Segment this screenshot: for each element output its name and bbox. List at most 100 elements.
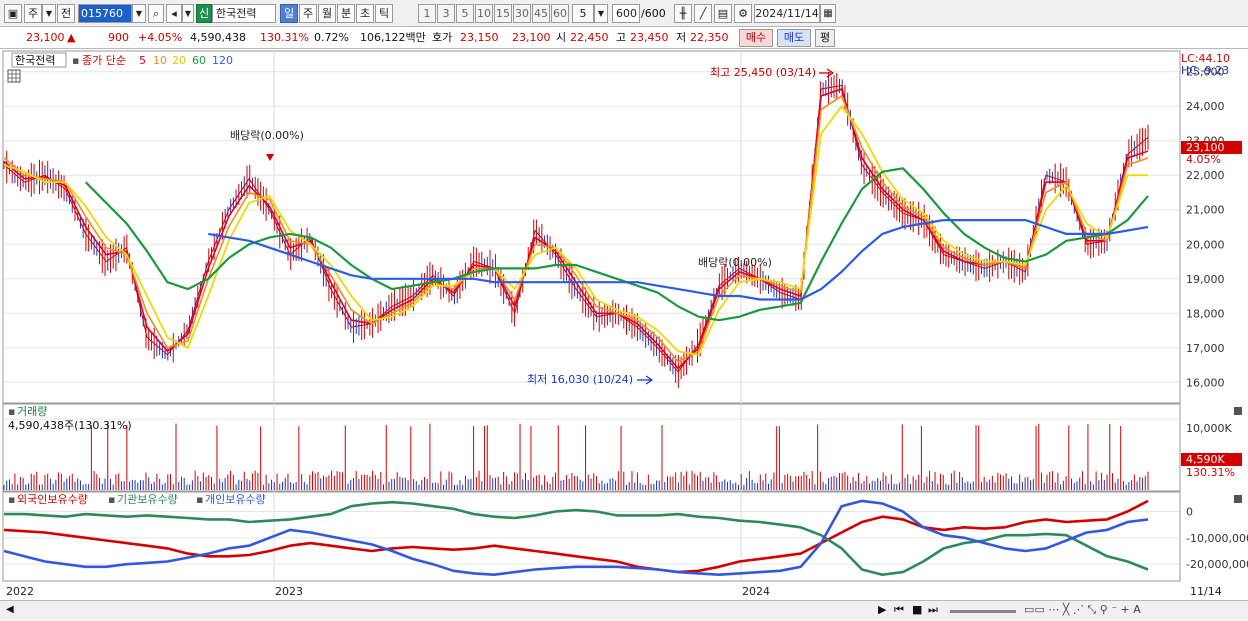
calendar-icon[interactable]: ▦ [820, 4, 836, 23]
legend-institution: 기관보유수량 [117, 493, 178, 506]
square-icon-vol: ▪ [8, 405, 15, 418]
fast-forward-icon[interactable]: ⏭ [928, 603, 938, 617]
square-icon-indiv: ▪ [196, 493, 203, 506]
interval-5[interactable]: 5 [456, 4, 474, 23]
holder-y-tick: 0 [1186, 505, 1193, 518]
tab-day[interactable]: 일 [280, 4, 298, 23]
tab-tick[interactable]: 틱 [375, 4, 393, 23]
price-y-tick: 21,000 [1186, 204, 1225, 217]
interval-3[interactable]: 3 [437, 4, 455, 23]
volume-panel-close-icon[interactable] [1234, 407, 1242, 415]
quote-bar: 23,100 ▲ 900 +4.05% 4,590,438 130.31% 0.… [0, 27, 1248, 49]
x-label-2023: 2023 [275, 585, 303, 598]
current-pct-tag: 4.05% [1186, 153, 1221, 166]
hc-value: HC:-9.23 [1181, 64, 1229, 77]
tab-month[interactable]: 월 [318, 4, 336, 23]
tab-minute[interactable]: 분 [337, 4, 355, 23]
volume-current-tag-text: 4,590K [1186, 453, 1225, 466]
legend-foreign: 외국인보유수량 [17, 493, 88, 506]
interval-10[interactable]: 10 [475, 4, 493, 23]
grid-toggle-icon[interactable] [7, 69, 21, 83]
high-label: 고 [616, 31, 627, 44]
x-label-last-date: 11/14 [1190, 585, 1222, 598]
interval-30[interactable]: 30 [513, 4, 531, 23]
x-label-2022: 2022 [6, 585, 34, 598]
sell-button[interactable]: 매도 [777, 29, 811, 47]
chevron-down-icon[interactable]: ▼ [42, 4, 56, 23]
bars-input[interactable]: 600 [612, 4, 640, 23]
legend-individual: 개인보유수량 [205, 493, 266, 506]
volume-title: 거래량 [17, 405, 47, 418]
open-price: 22,450 [570, 31, 609, 44]
dividend-annotation-2023: 배당락(0.00%) [698, 256, 772, 269]
interval-60[interactable]: 60 [551, 4, 569, 23]
ma-10: 10 [153, 54, 167, 67]
hoga-label: 호가 [432, 31, 453, 44]
change-percent: +4.05% [138, 31, 183, 44]
speaker-dropdown-icon[interactable]: ▼ [182, 4, 194, 23]
price-y-tick: 17,000 [1186, 342, 1225, 355]
ask-price: 23,150 [460, 31, 499, 44]
rewind-icon[interactable]: ⏮ [894, 603, 904, 617]
ma-120: 120 [212, 54, 233, 67]
tab-second[interactable]: 초 [356, 4, 374, 23]
ma-20: 20 [172, 54, 186, 67]
save-icon[interactable]: ▤ [714, 4, 732, 23]
price-y-tick: 22,000 [1186, 169, 1225, 182]
speaker-icon[interactable]: ◂ [166, 4, 182, 23]
count-input[interactable]: 5 [572, 4, 594, 23]
count-dropdown-icon[interactable]: ▼ [594, 4, 608, 23]
holder-y-tick: -20,000,000 [1186, 558, 1248, 571]
candle-settings-icon[interactable]: ╫ [674, 4, 692, 23]
high-annotation: 최고 25,450 (03/14) [710, 66, 816, 79]
drawing-tools-icon[interactable]: ▭▭ ⋯ ╳ ⋰ ⤡ ⚲ ⁻ + A [1024, 603, 1141, 617]
stock-code-input[interactable]: 015760 [78, 4, 132, 23]
price-panel-title: 한국전력 [15, 54, 55, 67]
volume-value: 4,590,438 [190, 31, 246, 44]
search-icon[interactable]: ⌕ [148, 4, 164, 23]
trade-amount: 106,122백만 [360, 31, 426, 44]
toolbar: ▣ 주 ▼ 전 015760 ▼ ⌕ ◂ ▼ 신 한국전력 일 주 월 분 초 … [0, 0, 1248, 27]
price-y-tick: 18,000 [1186, 307, 1225, 320]
ma-label: 종가 단순 [82, 54, 126, 67]
low-label: 저 [676, 31, 687, 44]
high-price: 23,450 [630, 31, 669, 44]
buy-button[interactable]: 매수 [739, 29, 773, 47]
current-price: 23,100 [26, 31, 65, 44]
eval-button[interactable]: 평 [815, 29, 835, 47]
interval-15[interactable]: 15 [494, 4, 512, 23]
date-input[interactable]: 2024/11/14 [754, 4, 820, 23]
zoom-slider[interactable] [950, 610, 1016, 613]
square-icon-inst: ▪ [108, 493, 115, 506]
interval-1[interactable]: 1 [418, 4, 436, 23]
interval-45[interactable]: 45 [532, 4, 550, 23]
scroll-right-icon[interactable]: ▶ [878, 603, 886, 616]
open-label: 시 [556, 31, 567, 44]
square-icon-holder: ▪ [8, 493, 15, 506]
dividend-annotation-2022: 배당락(0.00%) [230, 129, 304, 142]
low-price: 22,350 [690, 31, 729, 44]
tab-week[interactable]: 주 [299, 4, 317, 23]
scroll-left-icon[interactable]: ◀ [6, 604, 14, 615]
price-y-tick: 16,000 [1186, 376, 1225, 389]
price-y-tick: 19,000 [1186, 273, 1225, 286]
layout-icon[interactable]: ▣ [4, 4, 22, 23]
chart-type-button[interactable]: 주 [24, 4, 42, 23]
holder-panel-close-icon[interactable] [1234, 495, 1242, 503]
stop-icon[interactable]: ■ [912, 603, 922, 616]
prev-button[interactable]: 전 [57, 4, 75, 23]
square-icon: ▪ [72, 54, 79, 67]
ma-60: 60 [192, 54, 206, 67]
bars-total: /600 [641, 7, 666, 20]
code-dropdown-icon[interactable]: ▼ [132, 4, 146, 23]
up-arrow-icon: ▲ [67, 31, 76, 44]
price-change: 900 [108, 31, 129, 44]
stock-name: 한국전력 [212, 4, 276, 23]
volume-ratio: 130.31% [260, 31, 309, 44]
holder-y-tick: -10,000,000 [1186, 532, 1248, 545]
gear-icon[interactable]: ⚙ [734, 4, 752, 23]
ma-5: 5 [139, 54, 146, 67]
credit-badge: 신 [196, 4, 212, 23]
draw-tool-icon[interactable]: ╱ [694, 4, 712, 23]
stock-chart[interactable]: 25,00024,00023,00022,00021,00020,00019,0… [0, 49, 1248, 600]
